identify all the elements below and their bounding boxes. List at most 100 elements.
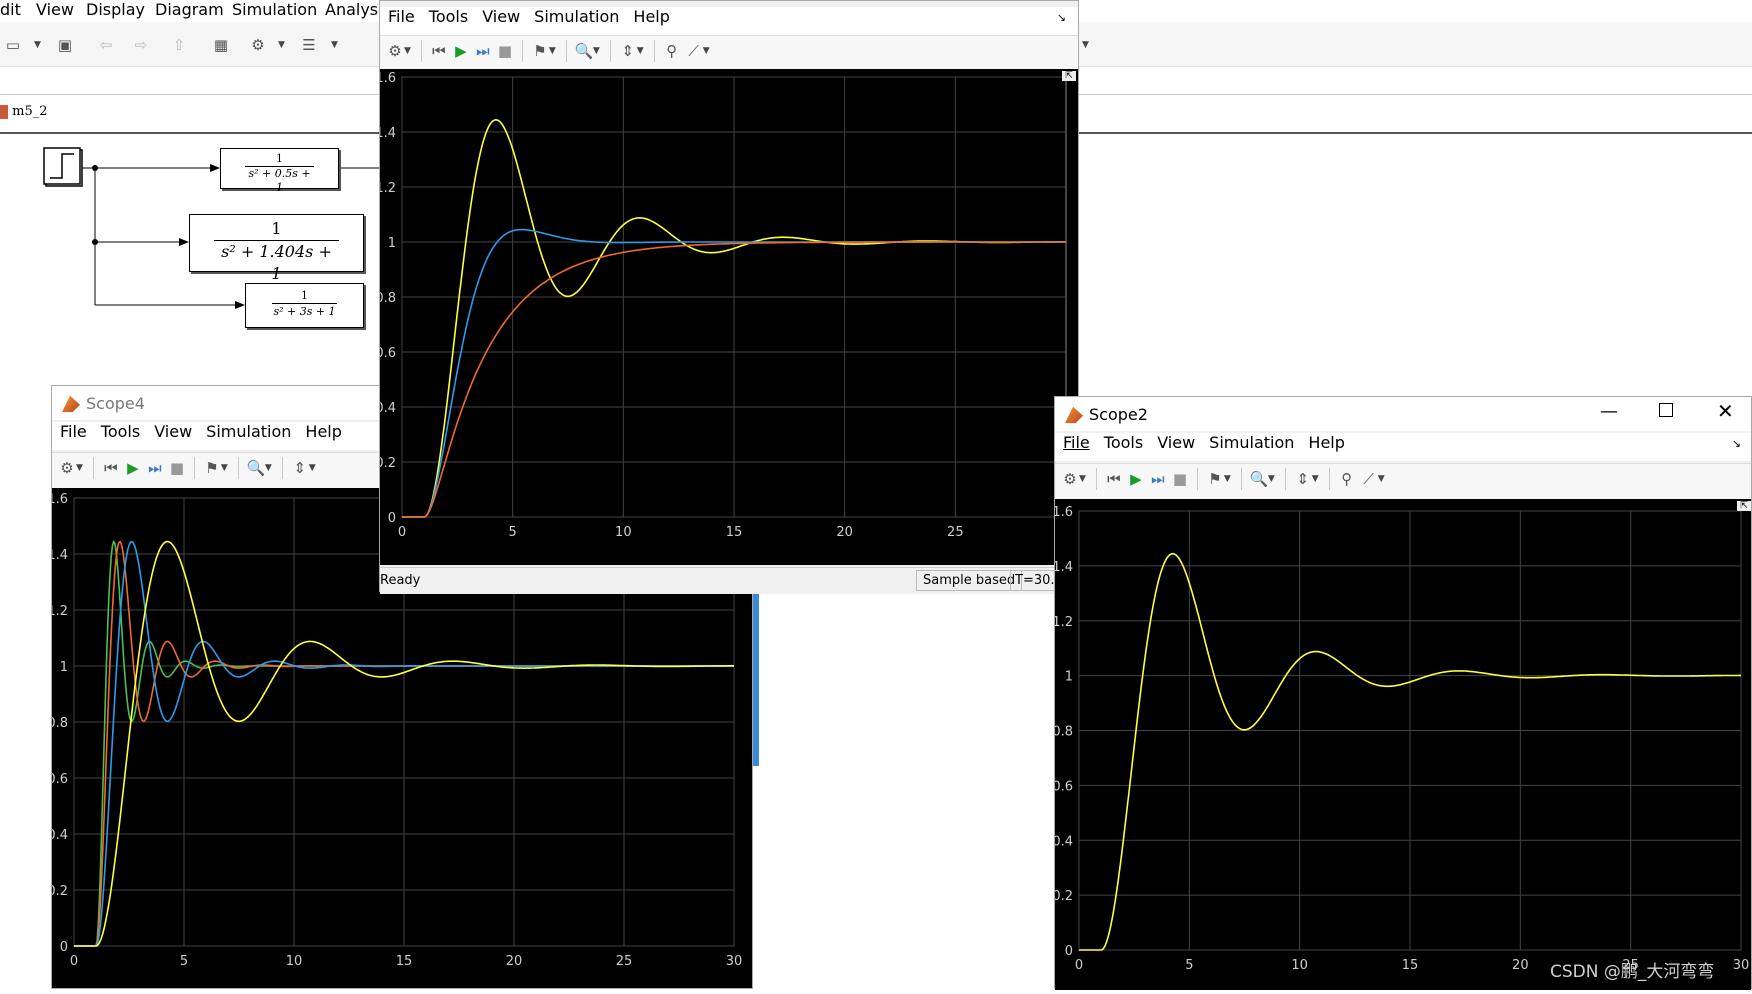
menu-edit[interactable]: dit	[0, 0, 21, 19]
scope2-expand-icon[interactable]: ⇱	[1737, 501, 1751, 511]
main-stop-icon[interactable]: ■	[494, 40, 516, 62]
x-tick-label: 0	[1075, 958, 1083, 973]
open-icon[interactable]: ▭	[2, 34, 24, 56]
main-autoscale-icon[interactable]: ⇕	[617, 40, 639, 62]
model-explorer-icon[interactable]: ☰	[298, 34, 320, 56]
explorer-dropdown-icon[interactable]: ▼	[331, 40, 338, 50]
settings-gear-icon[interactable]: ⚙	[247, 34, 269, 56]
scope4-step-back-icon[interactable]: ⏮	[100, 457, 122, 479]
main-measure-icon[interactable]: ⟋	[683, 40, 705, 62]
scope2-zoom-dd[interactable]: ▼	[1268, 474, 1275, 484]
scope4-menu-file[interactable]: File	[60, 422, 87, 441]
scope2-measure-icon[interactable]: ⟋	[1358, 468, 1380, 490]
more-dropdown-icon[interactable]: ▼	[1082, 40, 1089, 50]
scope4-step-forward-icon[interactable]: ⏭	[144, 457, 166, 479]
menu-display[interactable]: Display	[86, 0, 145, 19]
close-icon[interactable]: ✕	[1717, 399, 1734, 423]
main-step-back-icon[interactable]: ⏮	[428, 40, 450, 62]
scope2-menu-view[interactable]: View	[1157, 433, 1195, 452]
save-icon[interactable]: ▣	[54, 34, 76, 56]
scope2-menu-tools[interactable]: Tools	[1104, 433, 1143, 452]
main-run-icon[interactable]: ▶	[450, 40, 472, 62]
y-tick-label: 1.4	[52, 548, 68, 563]
scope4-zoom-icon[interactable]: 🔍	[245, 457, 267, 479]
scope2-settings-dd[interactable]: ▼	[1079, 474, 1086, 484]
tf-block-1[interactable]: 1 s² + 0.5s + 1	[220, 148, 339, 194]
scope4-settings-icon[interactable]: ⚙	[56, 457, 78, 479]
dock-icon[interactable]: ↘	[1057, 11, 1066, 24]
scope2-highlight-icon[interactable]: ⚑	[1204, 468, 1226, 490]
main-settings-dd[interactable]: ▼	[404, 46, 411, 56]
expand-icon[interactable]: ⇱	[1062, 71, 1076, 81]
scope4-side-border	[753, 590, 759, 766]
scope2-menu-file[interactable]: File	[1063, 433, 1090, 452]
scope4-menu-simulation[interactable]: Simulation	[206, 422, 291, 441]
scope4-highlight-icon[interactable]: ⚑	[201, 457, 223, 479]
sep	[237, 457, 239, 479]
scope2-triggers-icon[interactable]: ⚲	[1336, 468, 1358, 490]
tf-block-2[interactable]: 1 s² + 1.404s + 1	[189, 214, 364, 283]
menu-diagram[interactable]: Diagram	[155, 0, 224, 19]
watermark: CSDN @鹏_大河弯弯	[1550, 962, 1715, 982]
x-tick-label: 15	[726, 525, 743, 540]
scope4-highlight-dd[interactable]: ▼	[221, 463, 228, 473]
scope4-stop-icon[interactable]: ■	[166, 457, 188, 479]
main-zoom-dd[interactable]: ▼	[593, 46, 600, 56]
x-tick-label: 5	[180, 954, 188, 969]
scope4-run-icon[interactable]: ▶	[122, 457, 144, 479]
up-icon[interactable]: ⇧	[168, 34, 190, 56]
scope2-step-back-icon[interactable]: ⏮	[1103, 468, 1125, 490]
main-zoom-icon[interactable]: 🔍	[573, 40, 595, 62]
model-breadcrumb[interactable]: m5_2	[0, 104, 48, 126]
scope4-menu-view[interactable]: View	[154, 422, 192, 441]
scope2-measure-dd[interactable]: ▼	[1378, 474, 1385, 484]
y-tick-label: 1.6	[52, 492, 68, 507]
scope4-autoscale-dd[interactable]: ▼	[309, 463, 316, 473]
scope4-zoom-dd[interactable]: ▼	[265, 463, 272, 473]
scope-main-chart: 0 5 10 15 20 25 0 0.2 0.4 0.6 0.8 1 1.2 1.4 1.6	[375, 71, 1067, 540]
main-scope-menu-simulation[interactable]: Simulation	[534, 7, 619, 26]
main-highlight-icon[interactable]: ⚑	[529, 40, 551, 62]
settings-dropdown-icon[interactable]: ▼	[278, 40, 285, 50]
main-scope-menu-file[interactable]: File	[388, 7, 415, 26]
main-autoscale-dd[interactable]: ▼	[637, 46, 644, 56]
main-scope-menu-tools[interactable]: Tools	[429, 7, 468, 26]
scope4-settings-dd[interactable]: ▼	[76, 463, 83, 473]
scope2-highlight-dd[interactable]: ▼	[1224, 474, 1231, 484]
y-tick-label: 0.8	[380, 291, 396, 306]
x-tick-label: 10	[1291, 958, 1308, 973]
x-tick-label: 20	[1512, 958, 1529, 973]
main-measure-dd[interactable]: ▼	[703, 46, 710, 56]
scope2-step-forward-icon[interactable]: ⏭	[1147, 468, 1169, 490]
model-icon	[0, 104, 8, 119]
forward-icon[interactable]: ⇨	[130, 34, 152, 56]
main-scope-menu-help[interactable]: Help	[633, 7, 669, 26]
main-highlight-dd[interactable]: ▼	[549, 46, 556, 56]
scope4-autoscale-icon[interactable]: ⇕	[289, 457, 311, 479]
menu-view[interactable]: View	[36, 0, 74, 19]
model-tab-label: m5_2	[12, 104, 48, 119]
minimize-icon[interactable]: —	[1600, 401, 1618, 422]
scope2-dock-icon[interactable]: ↘	[1732, 437, 1741, 450]
main-settings-icon[interactable]: ⚙	[384, 40, 406, 62]
scope2-run-icon[interactable]: ▶	[1125, 468, 1147, 490]
scope2-autoscale-dd[interactable]: ▼	[1312, 474, 1319, 484]
menu-simulation[interactable]: Simulation	[232, 0, 317, 19]
scope4-menu-help[interactable]: Help	[305, 422, 341, 441]
library-icon[interactable]: ▦	[210, 34, 232, 56]
sep	[1240, 468, 1242, 490]
tf-block-3[interactable]: 1 s² + 3s + 1	[245, 283, 364, 328]
maximize-icon[interactable]	[1659, 403, 1673, 417]
scope2-menu-help[interactable]: Help	[1308, 433, 1344, 452]
main-step-forward-icon[interactable]: ⏭	[472, 40, 494, 62]
scope2-stop-icon[interactable]: ■	[1169, 468, 1191, 490]
scope2-settings-icon[interactable]: ⚙	[1059, 468, 1081, 490]
scope4-menu-tools[interactable]: Tools	[101, 422, 140, 441]
scope2-zoom-icon[interactable]: 🔍	[1248, 468, 1270, 490]
back-icon[interactable]: ⇦	[95, 34, 117, 56]
main-scope-menu-view[interactable]: View	[482, 7, 520, 26]
open-dropdown-icon[interactable]: ▼	[34, 40, 41, 50]
scope2-autoscale-icon[interactable]: ⇕	[1292, 468, 1314, 490]
scope2-menu-simulation[interactable]: Simulation	[1209, 433, 1294, 452]
main-triggers-icon[interactable]: ⚲	[661, 40, 683, 62]
